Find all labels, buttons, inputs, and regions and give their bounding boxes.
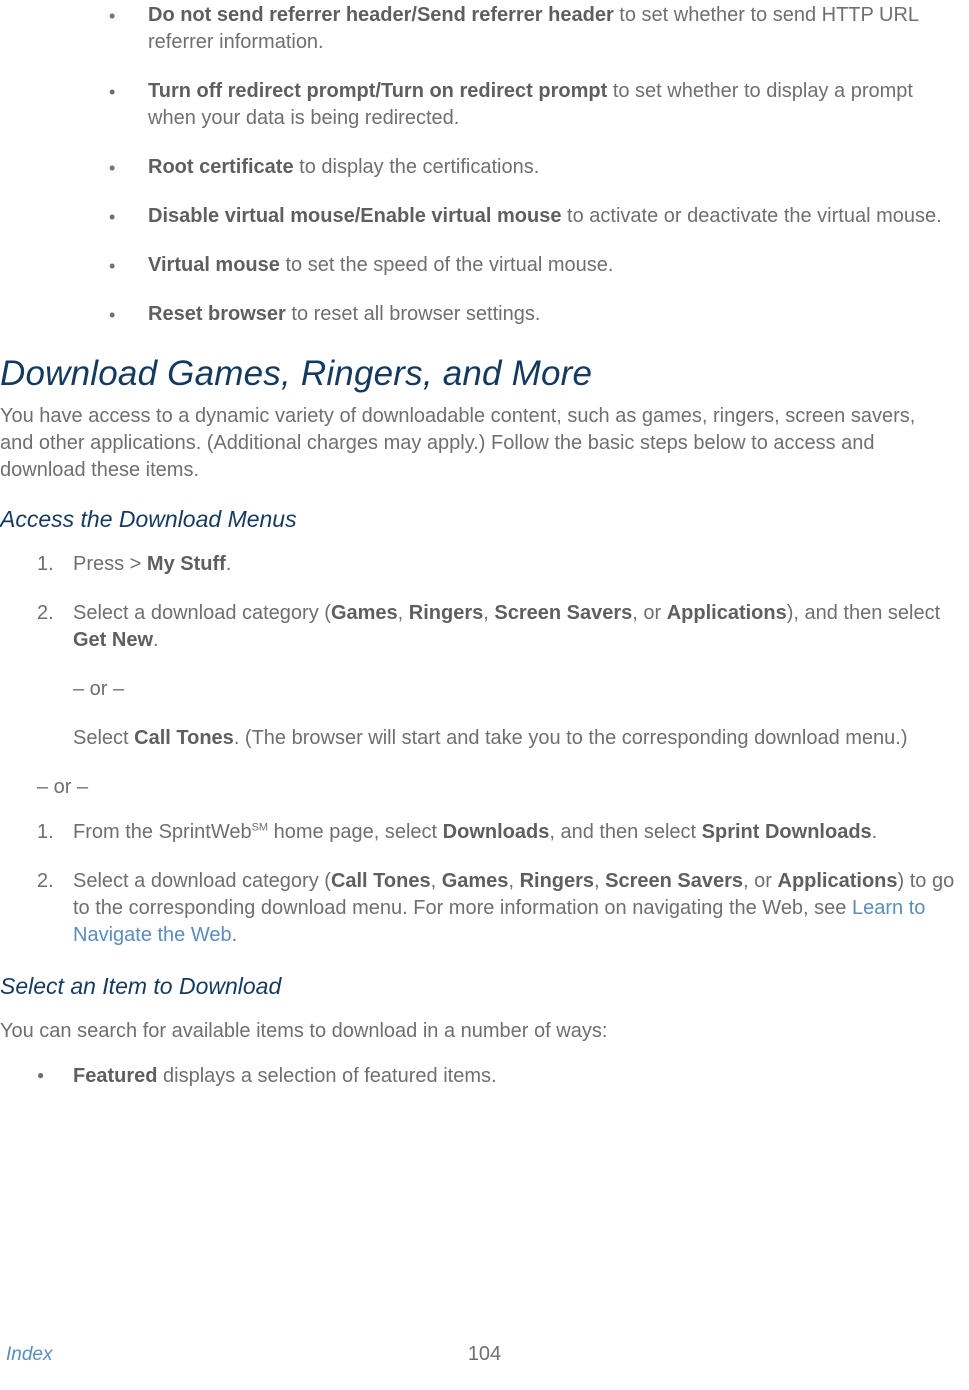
subsection-heading: Select an Item to Download [0,971,957,1002]
ui-label: Screen Savers [605,870,743,892]
ui-label: Downloads [443,821,550,843]
list-item: 2. Select a download category (Call Tone… [37,868,957,949]
option-title: Virtual mouse [148,254,280,276]
step-text: , and then select [549,821,701,843]
step-text: From the SprintWeb [73,821,252,843]
step-alternative: Select Call Tones. (The browser will sta… [73,725,957,752]
list-item: Featured displays a selection of feature… [37,1063,957,1090]
option-title: Root certificate [148,156,294,178]
option-desc: displays a selection of featured items. [157,1065,496,1087]
list-item: Reset browser to reset all browser setti… [109,301,957,328]
list-item: 1. Press > My Stuff. [37,551,957,578]
or-separator: – or – [37,774,957,801]
option-title: Disable virtual mouse/Enable virtual mou… [148,205,561,227]
ui-label: Games [331,602,398,624]
step-text: . [232,924,238,946]
ui-label: Get New [73,629,153,651]
step-text: Select a download category ( [73,870,331,892]
list-number: 2. [37,600,54,627]
list-item: 2. Select a download category (Games, Ri… [37,600,957,752]
step-text: . [153,629,159,651]
list-item: Do not send referrer header/Send referre… [109,2,957,56]
step-text: , or [632,602,666,624]
download-methods-list: Featured displays a selection of feature… [37,1063,957,1090]
step-text: , [508,870,519,892]
step-text: Press > [73,553,147,575]
page-footer: Index 104 [0,1341,969,1368]
document-page: Do not send referrer header/Send referre… [0,0,957,1090]
list-item: 1. From the SprintWebSM home page, selec… [37,819,957,846]
option-desc: to set the speed of the virtual mouse. [280,254,614,276]
option-desc: to display the certifications. [294,156,540,178]
step-text: , [398,602,409,624]
ui-label: Call Tones [331,870,431,892]
option-title: Do not send referrer header/Send referre… [148,4,614,26]
ui-label: Screen Savers [494,602,632,624]
step-text: . [872,821,878,843]
step-text: , [431,870,442,892]
list-number: 2. [37,868,54,895]
body-paragraph: You can search for available items to do… [0,1018,957,1045]
ui-label: Ringers [409,602,483,624]
trademark-sup: SM [252,822,269,834]
intro-paragraph: You have access to a dynamic variety of … [0,403,957,484]
section-heading: Download Games, Ringers, and More [0,350,957,397]
step-text: , or [743,870,777,892]
ui-label: Call Tones [134,727,234,749]
ui-label: Sprint Downloads [702,821,872,843]
list-number: 1. [37,551,54,578]
option-title: Reset browser [148,303,286,325]
procedure-list-a: 1. Press > My Stuff. 2. Select a downloa… [37,551,957,752]
ui-label: My Stuff [147,553,226,575]
list-item: Virtual mouse to set the speed of the vi… [109,252,957,279]
ui-label: Applications [667,602,787,624]
procedure-list-b: 1. From the SprintWebSM home page, selec… [37,819,957,949]
subsection-heading: Access the Download Menus [0,504,957,535]
footer-index-link[interactable]: Index [6,1344,52,1365]
step-text: . (The browser will start and take you t… [234,727,908,749]
step-text: , [483,602,494,624]
step-text: ), and then select [787,602,940,624]
ui-label: Ringers [520,870,594,892]
step-text: home page, select [268,821,443,843]
option-title: Featured [73,1065,157,1087]
list-number: 1. [37,819,54,846]
step-text: . [226,553,232,575]
list-item: Root certificate to display the certific… [109,154,957,181]
option-title: Turn off redirect prompt/Turn on redirec… [148,80,607,102]
list-item: Disable virtual mouse/Enable virtual mou… [109,203,957,230]
or-separator: – or – [73,676,957,703]
list-item: Turn off redirect prompt/Turn on redirec… [109,78,957,132]
browser-options-list: Do not send referrer header/Send referre… [109,2,957,328]
ui-label: Applications [778,870,898,892]
ui-label: Games [442,870,509,892]
step-text: , [594,870,605,892]
page-number: 104 [468,1341,501,1368]
option-desc: to activate or deactivate the virtual mo… [561,205,941,227]
step-text: Select [73,727,134,749]
option-desc: to reset all browser settings. [286,303,541,325]
step-text: Select a download category ( [73,602,331,624]
